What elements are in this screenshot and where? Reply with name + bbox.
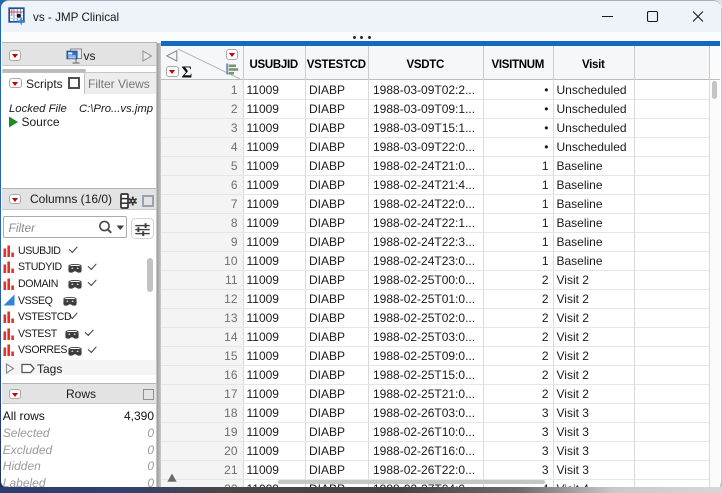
svg-text:Σ: Σ bbox=[182, 62, 193, 80]
